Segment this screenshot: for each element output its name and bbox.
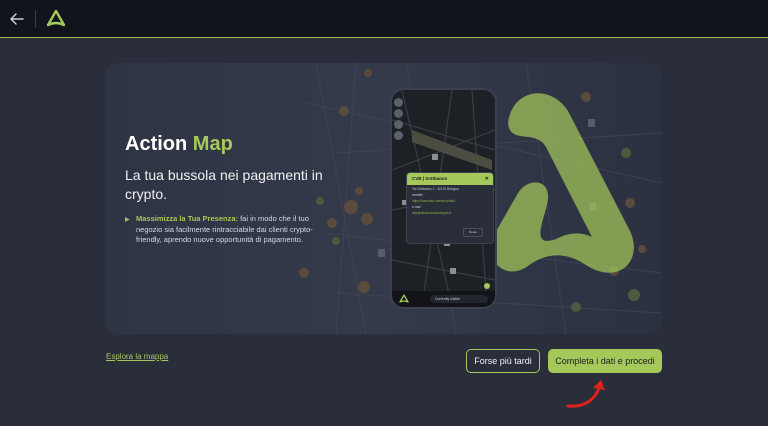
top-bar <box>0 0 768 38</box>
feature-bullet: ▶ Massimizza la Tua Presenza: fai in mod… <box>125 214 330 246</box>
brand-logo-small-icon <box>399 294 409 303</box>
hero-title: Action Map <box>125 133 233 156</box>
large-brand-logo-icon <box>490 93 634 273</box>
top-divider <box>35 10 36 28</box>
phone-mockup: CVB | Sottbanco ✕ Via Sottbanco 1 - 40123… <box>390 88 497 309</box>
curved-arrow-icon <box>566 380 605 408</box>
shop-popup: CVB | Sottbanco ✕ Via Sottbanco 1 - 40123… <box>406 172 494 244</box>
brand-logo-icon[interactable] <box>46 9 66 29</box>
hero-subtitle: La tua bussola nei pagamenti in crypto. <box>125 167 323 202</box>
zoom-out-control[interactable] <box>394 109 403 118</box>
explore-map-link[interactable]: Esplora la mappa <box>106 352 168 361</box>
locate-control[interactable] <box>394 120 403 129</box>
popup-title: CVB | Sottbanco <box>412 176 448 181</box>
bullet-strong: Massimizza la Tua Presenza: <box>136 214 238 223</box>
popup-header: CVB | Sottbanco ✕ <box>407 173 493 185</box>
complete-and-proceed-button[interactable]: Completa i dati e procedi <box>548 349 662 373</box>
hero-title-accent: Map <box>192 133 233 155</box>
close-icon[interactable]: ✕ <box>485 173 489 185</box>
filter-control[interactable] <box>394 131 403 140</box>
visibility-status-pill: Currently visible <box>430 295 488 303</box>
promo-card: Action Map La tua bussola nei pagamenti … <box>106 63 662 334</box>
route-button[interactable]: Route <box>463 228 483 237</box>
phone-bottom-bar: Currently visible <box>392 291 495 307</box>
bullet-content: Massimizza la Tua Presenza: fai in modo … <box>125 214 330 246</box>
zoom-in-control[interactable] <box>394 98 403 107</box>
triangle-bullet-icon: ▶ <box>125 217 130 223</box>
popup-email[interactable]: info@sitoservicesbologna.it <box>407 209 493 215</box>
hero-title-main: Action <box>125 133 188 155</box>
back-arrow-icon[interactable] <box>7 9 27 29</box>
map-controls <box>394 98 403 142</box>
maybe-later-button[interactable]: Forse più tardi <box>466 349 540 373</box>
